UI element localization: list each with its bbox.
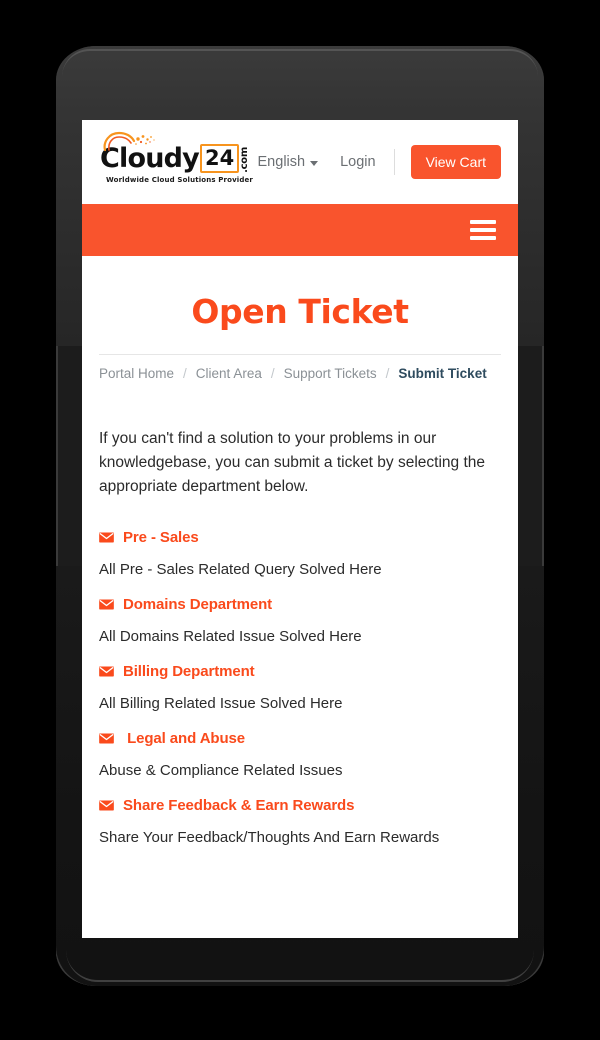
logo-tld: .com [239, 147, 251, 173]
site-logo[interactable]: Cloudy 24 .com Worldwide Cloud Solutions… [100, 131, 256, 184]
view-cart-button[interactable]: View Cart [410, 145, 501, 179]
breadcrumb-item-portal-home[interactable]: Portal Home [99, 366, 174, 381]
phone-mockup: Cloudy 24 .com Worldwide Cloud Solutions… [56, 46, 544, 986]
department-link-share-feedback[interactable]: Share Feedback & Earn Rewards [99, 797, 501, 814]
nav-divider [393, 149, 395, 175]
department-name: Domains Department [123, 596, 273, 613]
page-title: Open Ticket [191, 292, 409, 331]
department-description: Abuse & Compliance Related Issues [99, 762, 343, 779]
site-header: Cloudy 24 .com Worldwide Cloud Solutions… [82, 120, 518, 204]
chevron-down-icon [310, 160, 319, 166]
language-label: English [257, 154, 306, 170]
department-name: Share Feedback & Earn Rewards [123, 797, 355, 814]
department-description: Share Your Feedback/Thoughts And Earn Re… [99, 829, 440, 846]
logo-wordmark: Cloudy 24 .com [100, 131, 251, 174]
department-list: Pre - Sales All Pre - Sales Related Quer… [99, 529, 501, 848]
breadcrumb-separator: / [183, 366, 187, 381]
phone-bottom-rim [66, 950, 534, 982]
logo-badge-24: 24 [199, 144, 240, 173]
list-item: Billing Department All Billing Related I… [99, 663, 501, 714]
language-selector[interactable]: English [256, 148, 321, 176]
login-link[interactable]: Login [338, 148, 377, 176]
list-item: Share Feedback & Earn Rewards Share Your… [99, 797, 501, 848]
hamburger-menu-icon[interactable] [470, 220, 496, 240]
breadcrumb: Portal Home / Client Area / Support Tick… [99, 355, 501, 381]
department-description: All Pre - Sales Related Query Solved Her… [99, 561, 382, 578]
envelope-icon [99, 599, 114, 610]
department-name: Legal and Abuse [123, 730, 246, 747]
breadcrumb-item-submit-ticket: Submit Ticket [398, 366, 487, 381]
department-name: Billing Department [123, 663, 255, 680]
envelope-icon [99, 532, 114, 543]
main-menu-bar [82, 204, 518, 256]
department-description: All Domains Related Issue Solved Here [99, 628, 362, 645]
department-link-legal-and-abuse[interactable]: Legal and Abuse [99, 730, 501, 747]
department-link-pre-sales[interactable]: Pre - Sales [99, 529, 501, 546]
logo-tagline: Worldwide Cloud Solutions Provider [106, 176, 254, 184]
breadcrumb-item-client-area[interactable]: Client Area [196, 366, 262, 381]
envelope-icon [99, 800, 114, 811]
breadcrumb-separator: / [385, 366, 390, 381]
envelope-icon [99, 733, 114, 744]
list-item: Legal and Abuse Abuse & Compliance Relat… [99, 730, 501, 781]
breadcrumb-item-support-tickets[interactable]: Support Tickets [284, 366, 377, 381]
phone-screen: Cloudy 24 .com Worldwide Cloud Solutions… [82, 120, 518, 938]
header-nav: English Login View Cart [256, 145, 501, 179]
list-item: Domains Department All Domains Related I… [99, 596, 501, 647]
department-description: All Billing Related Issue Solved Here [99, 695, 343, 712]
intro-paragraph: If you can't find a solution to your pro… [99, 430, 486, 495]
department-link-domains[interactable]: Domains Department [99, 596, 501, 613]
envelope-icon [99, 666, 114, 677]
phone-top-rim [62, 49, 538, 77]
logo-word: Cloudy [100, 143, 200, 174]
department-name: Pre - Sales [123, 529, 199, 546]
department-link-billing[interactable]: Billing Department [99, 663, 501, 680]
breadcrumb-separator: / [270, 366, 275, 381]
list-item: Pre - Sales All Pre - Sales Related Quer… [99, 529, 501, 580]
page-body: Open Ticket Portal Home / Client Area / … [82, 292, 518, 848]
